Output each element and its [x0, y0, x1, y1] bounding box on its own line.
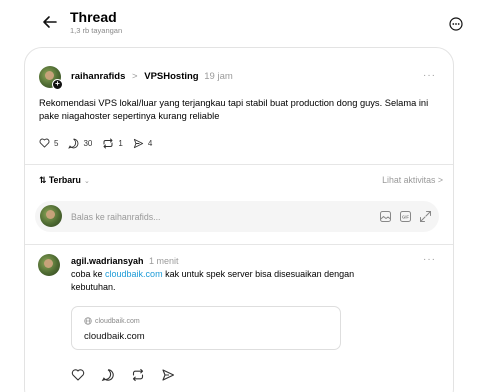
comment-text: coba ke cloudbaik.com kak untuk spek ser…	[71, 268, 401, 293]
view-count: 1,3 rb tayangan	[70, 26, 123, 35]
like-button[interactable]	[71, 368, 85, 382]
more-options-button[interactable]	[449, 17, 463, 31]
chevron-down-icon: ⌄	[83, 178, 90, 185]
comment-more-button[interactable]: ···	[423, 254, 436, 265]
sort-dropdown[interactable]: ⇅ Terbaru ⌄	[39, 175, 90, 186]
heart-icon	[39, 138, 50, 148]
comment-button[interactable]	[101, 368, 115, 382]
link-preview-card[interactable]: cloudbaik.com cloudbaik.com	[71, 306, 341, 350]
gif-button[interactable]: GIF	[399, 210, 412, 223]
separator: >	[132, 71, 138, 82]
comment-count: 30	[83, 138, 93, 148]
post-more-button[interactable]: ···	[423, 70, 436, 81]
avatar-face	[46, 210, 55, 219]
back-button[interactable]	[40, 12, 60, 32]
view-activity-link[interactable]: Lihat aktivitas >	[382, 175, 443, 185]
post-actions: 5 30 1 4	[39, 136, 162, 150]
comment-actions	[71, 368, 191, 382]
link-domain: cloudbaik.com	[84, 317, 140, 325]
post-header: raihanrafids > VPSHosting 19 jam	[71, 71, 233, 83]
expand-icon	[420, 211, 431, 222]
post-time: 19 jam	[204, 71, 233, 82]
gif-icon: GIF	[400, 211, 411, 222]
expand-button[interactable]	[419, 210, 432, 223]
reply-input[interactable]	[71, 210, 321, 224]
comment-header: agil.wadriansyah 1 menit	[71, 255, 179, 267]
arrow-left-icon	[43, 16, 57, 28]
avatar-face	[44, 259, 53, 268]
page-title: Thread	[70, 9, 117, 25]
post-username[interactable]: raihanrafids	[71, 71, 125, 82]
comment-bubble-icon	[101, 369, 114, 382]
comment-bubble-icon	[68, 138, 79, 149]
avatar	[40, 205, 62, 227]
comment-username[interactable]: agil.wadriansyah	[71, 256, 144, 266]
send-icon	[133, 138, 143, 148]
avatar[interactable]	[38, 254, 60, 276]
sort-bar: ⇅ Terbaru ⌄ Lihat aktivitas >	[39, 174, 443, 188]
avatar-face	[45, 71, 54, 80]
share-count: 4	[147, 138, 153, 148]
like-count: 5	[54, 138, 59, 148]
divider	[25, 164, 453, 165]
like-button[interactable]: 5	[39, 138, 58, 148]
reply-composer: GIF	[35, 201, 439, 232]
comment-time: 1 menit	[149, 256, 179, 266]
share-button[interactable]	[161, 368, 175, 382]
svg-text:GIF: GIF	[402, 215, 409, 220]
thread-card: + raihanrafids > VPSHosting 19 jam ··· R…	[24, 47, 454, 392]
follow-plus-icon[interactable]: +	[52, 79, 63, 90]
link-domain-text: cloudbaik.com	[95, 317, 140, 325]
send-icon	[162, 369, 175, 381]
title-block: Thread 1,3 rb tayangan	[70, 9, 122, 36]
sort-label: Terbaru	[48, 175, 81, 185]
sort-icon: ⇅	[39, 175, 47, 185]
image-attach-button[interactable]	[379, 210, 392, 223]
community-name[interactable]: VPSHosting	[144, 71, 198, 82]
link-title: cloudbaik.com	[84, 331, 145, 342]
image-icon	[380, 211, 391, 222]
repost-button[interactable]	[131, 368, 145, 382]
repost-count: 1	[118, 138, 123, 148]
repost-icon	[132, 368, 144, 382]
comment-text-before: coba ke	[71, 269, 106, 279]
repost-button[interactable]: 1	[102, 138, 123, 149]
repost-icon	[103, 138, 113, 148]
top-bar: Thread 1,3 rb tayangan	[0, 0, 500, 44]
post-text: Rekomendasi VPS lokal/luar yang terjangk…	[39, 98, 429, 121]
divider	[25, 244, 453, 245]
globe-icon	[84, 317, 92, 325]
comment-link[interactable]: cloudbaik.com	[105, 269, 163, 279]
more-circle-icon	[449, 17, 463, 31]
share-button[interactable]: 4	[133, 138, 152, 149]
comment-button[interactable]: 30	[68, 138, 92, 149]
heart-icon	[71, 369, 85, 381]
avatar[interactable]: +	[39, 66, 63, 90]
